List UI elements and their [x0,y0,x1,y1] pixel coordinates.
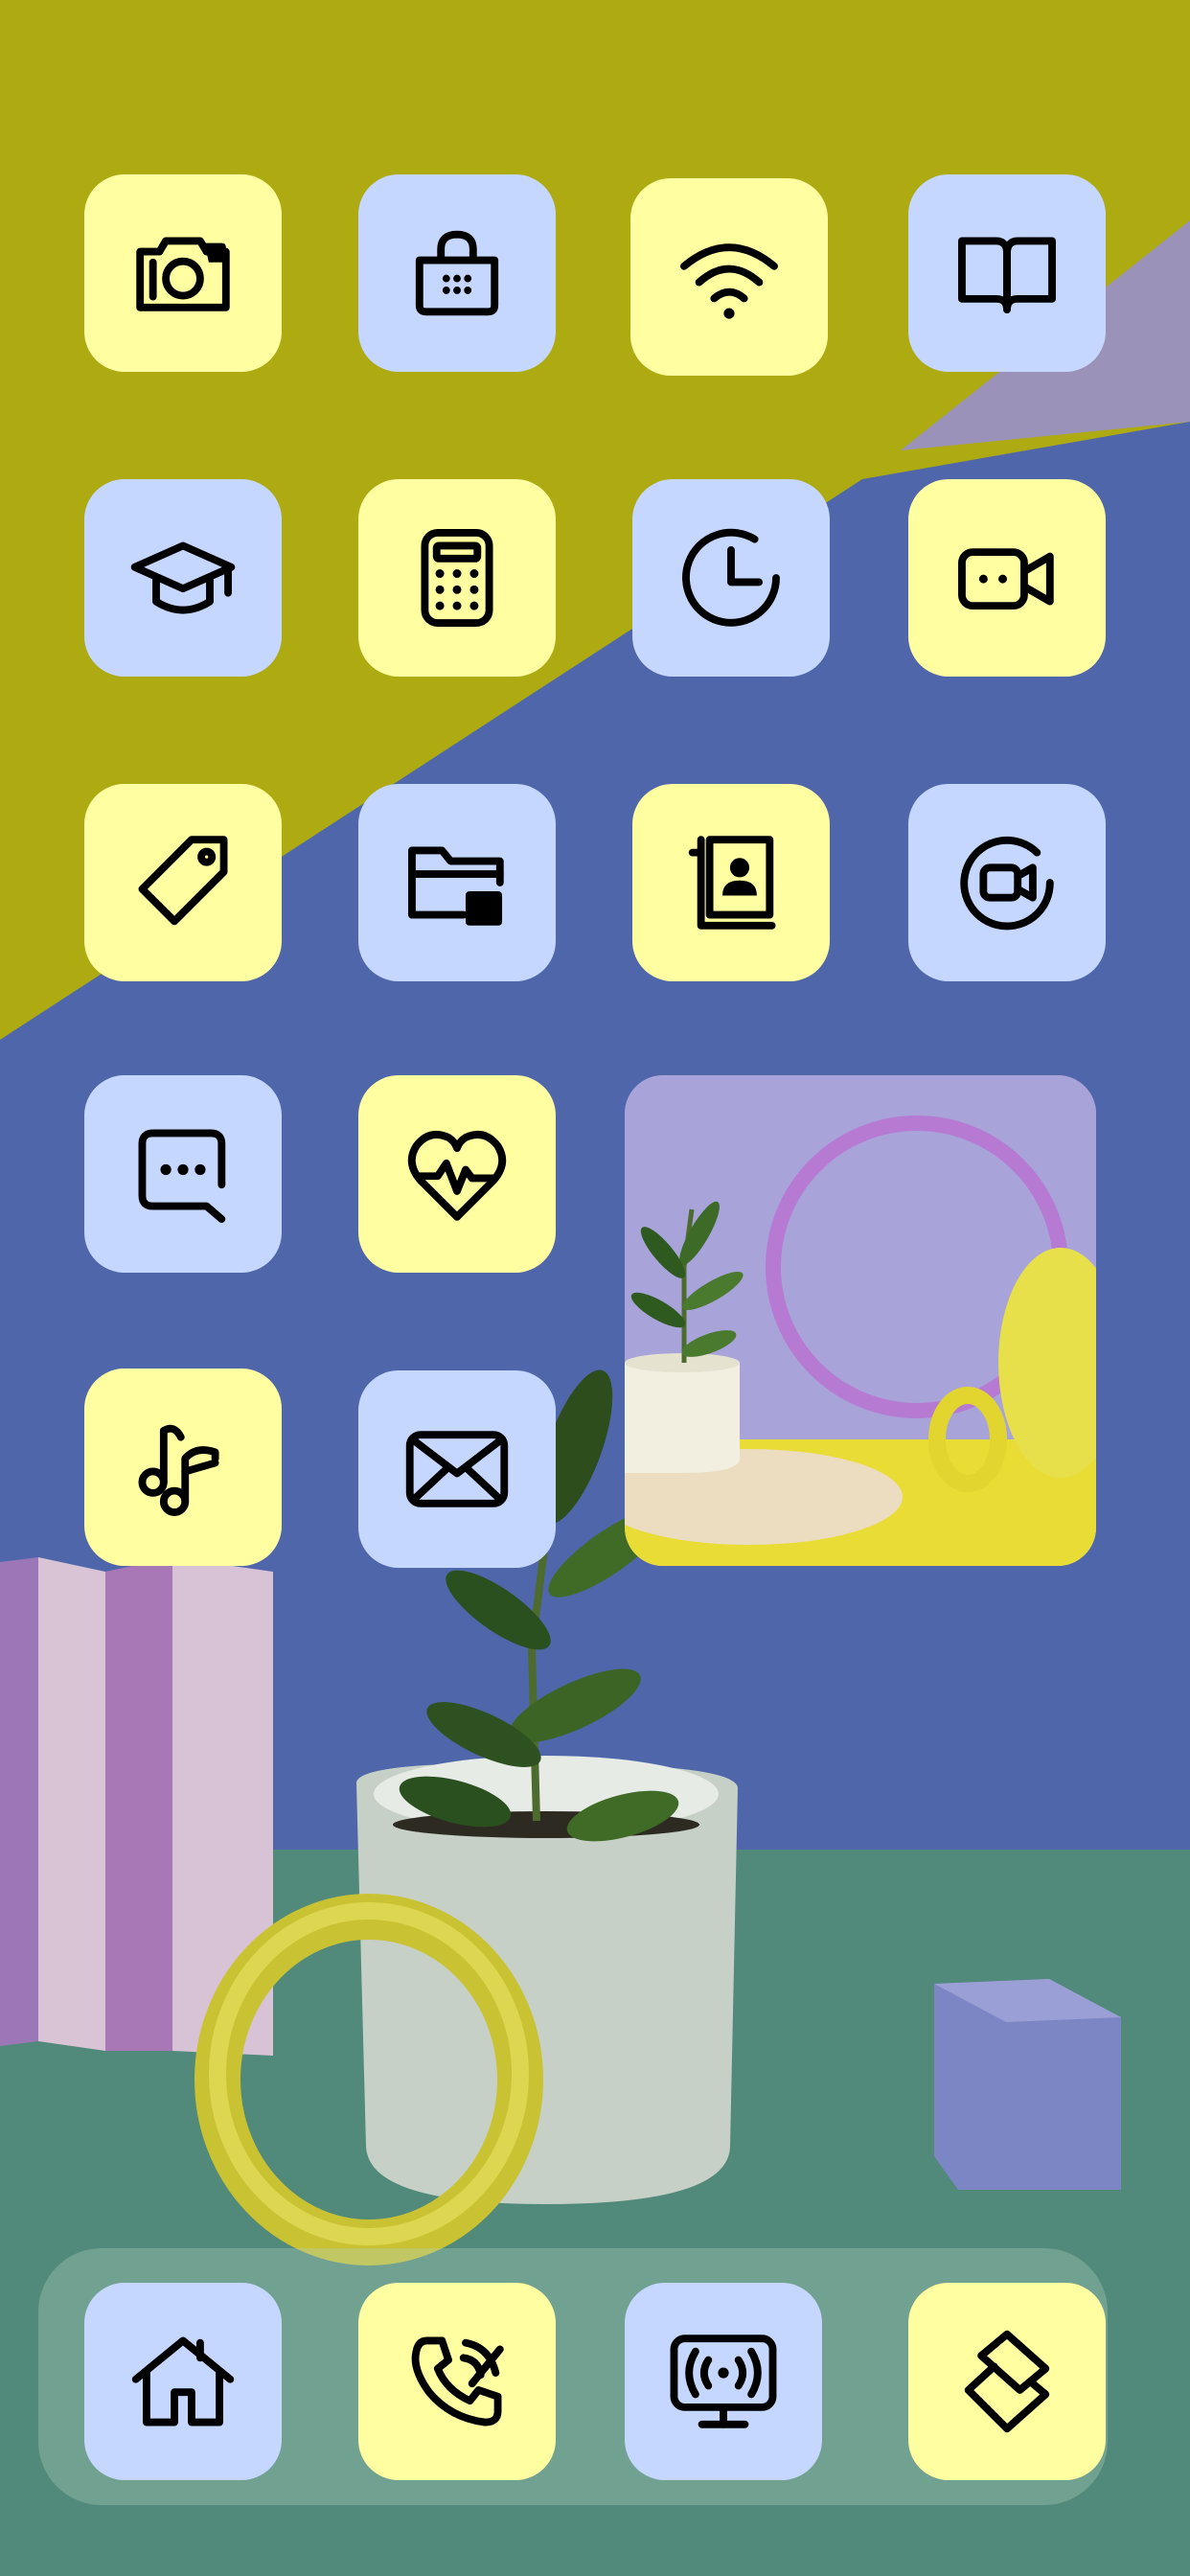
phone-app-icon[interactable] [358,2283,556,2480]
photo-widget[interactable] [625,1075,1096,1566]
files-app-icon[interactable] [358,784,556,981]
phone-call-icon [411,2336,504,2426]
clock-icon [682,528,780,627]
mail-icon [405,1431,509,1507]
video-call-circle-icon [960,836,1054,931]
music-app-icon[interactable] [84,1368,282,1566]
store-app-icon[interactable] [358,174,556,372]
folder-icon [408,846,504,926]
education-app-icon[interactable] [84,479,282,677]
graduation-cap-icon [130,541,236,614]
broadcast-monitor-icon [670,2334,777,2428]
contacts-book-icon [688,836,776,930]
contacts-app-icon[interactable] [632,784,830,981]
camera-icon [136,237,230,311]
health-app-icon[interactable] [358,1075,556,1273]
message-dots-icon [138,1129,226,1223]
camera-record-app-icon[interactable] [908,784,1106,981]
wifi-app-icon[interactable] [630,178,828,376]
shortcuts-app-icon[interactable] [908,2283,1106,2480]
music-notes-icon [138,1424,219,1516]
book-open-icon [958,237,1056,314]
home-icon [131,2336,235,2426]
books-app-icon[interactable] [908,174,1106,372]
camera-app-icon[interactable] [84,174,282,372]
tags-app-icon[interactable] [84,784,282,981]
tag-icon [138,836,228,926]
home-app-icon[interactable] [84,2283,282,2480]
plant-photo [625,1075,1096,1566]
shortcuts-icon [964,2330,1050,2433]
video-camera-icon [958,548,1054,610]
calculator-app-icon[interactable] [358,479,556,677]
calculator-icon [421,529,493,627]
heart-pulse-icon [407,1131,507,1221]
home-screen [0,0,1190,2576]
clock-app-icon[interactable] [632,479,830,677]
facetime-app-icon[interactable] [908,479,1106,677]
messages-app-icon[interactable] [84,1075,282,1273]
broadcast-app-icon[interactable] [625,2283,822,2480]
wifi-icon [680,243,778,319]
shopping-bag-icon [415,230,499,316]
mail-app-icon[interactable] [358,1370,556,1568]
